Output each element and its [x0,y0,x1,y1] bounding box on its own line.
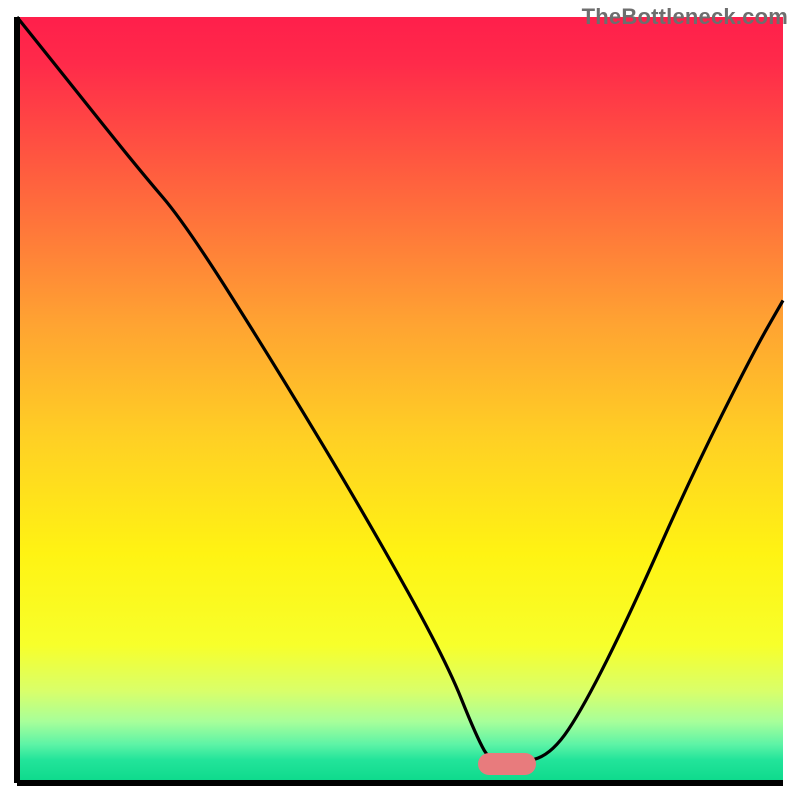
bottleneck-chart [0,0,800,800]
plot-background [17,17,783,783]
chart-container: TheBottleneck.com [0,0,800,800]
watermark-label: TheBottleneck.com [582,4,788,30]
optimal-point-marker [478,753,536,775]
